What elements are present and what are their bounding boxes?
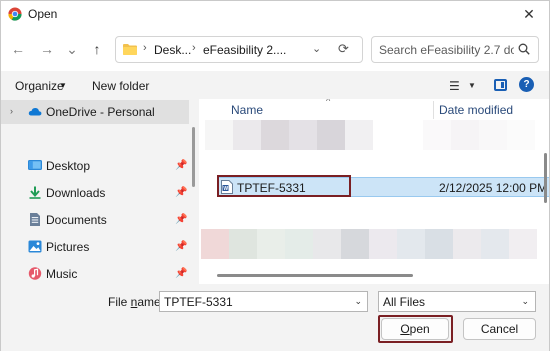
view-options-icon[interactable]: ☰	[449, 79, 460, 93]
file-list-horizontal-scrollbar[interactable]	[217, 274, 413, 277]
up-button[interactable]: ↑	[86, 39, 108, 59]
open-file-dialog: Open ✕ ← → ⌄ ↑ › Desk... › eFeasibility …	[0, 0, 550, 351]
cloud-icon	[28, 107, 42, 116]
navigation-bar: ← → ⌄ ↑ › Desk... › eFeasibility 2.... ⌄…	[1, 27, 549, 71]
download-icon	[29, 186, 41, 199]
dialog-footer: File name: TPTEF-5331 ⌄ All Files ⌄ Open…	[1, 284, 549, 351]
recent-locations-button[interactable]: ⌄	[61, 39, 83, 59]
chevron-down-icon: ⌄	[521, 296, 529, 306]
dialog-title: Open	[28, 7, 58, 21]
sidebar-item-label: Music	[46, 267, 78, 281]
address-bar[interactable]: › Desk... › eFeasibility 2.... ⌄ ⟳	[115, 36, 363, 63]
file-name-label: File name:	[108, 295, 165, 309]
sort-ascending-icon: ^	[326, 99, 331, 106]
chevron-down-icon[interactable]: ▼	[468, 81, 476, 90]
pin-icon: 📌	[175, 160, 188, 171]
organize-menu[interactable]: Organize	[15, 79, 64, 93]
breadcrumb-separator: ›	[143, 42, 147, 54]
file-type-value: All Files	[383, 295, 426, 309]
chrome-icon	[8, 7, 22, 21]
sidebar-item-label: OneDrive - Personal	[46, 105, 155, 119]
navigation-pane: › OneDrive - Personal Desktop 📌 Download…	[1, 99, 196, 284]
back-arrow-icon: ←	[11, 41, 25, 57]
help-icon[interactable]: ?	[519, 77, 534, 92]
pin-icon: 📌	[175, 214, 188, 225]
sidebar-item-music[interactable]: Music 📌	[1, 262, 189, 284]
file-name-value: TPTEF-5331	[164, 295, 233, 309]
command-bar: Organize ▼ New folder ☰ ▼ ?	[1, 71, 549, 99]
breadcrumb-separator: ›	[192, 42, 196, 54]
back-button[interactable]: ←	[7, 39, 29, 59]
sidebar-item-documents[interactable]: Documents 📌	[1, 208, 189, 232]
music-icon	[28, 267, 42, 280]
column-header-row: ^ Name Date modified	[199, 99, 549, 121]
file-list-pane: ^ Name Date modified W TPTEF-5331 2/12/2…	[199, 99, 549, 284]
close-button[interactable]: ✕	[509, 1, 549, 27]
refresh-icon[interactable]: ⟳	[338, 41, 349, 57]
desktop-icon	[28, 160, 42, 170]
sidebar-item-pictures[interactable]: Pictures 📌	[1, 235, 189, 259]
sidebar-item-label: Pictures	[46, 240, 90, 254]
redacted-file-row	[205, 120, 535, 150]
search-box[interactable]: Search eFeasibility 2.7 docu...	[371, 36, 539, 63]
expand-chevron-icon[interactable]: ›	[10, 106, 13, 116]
file-name-input[interactable]: TPTEF-5331 ⌄	[159, 291, 368, 312]
chevron-down-icon[interactable]: ⌄	[354, 296, 362, 307]
address-history-chevron-icon[interactable]: ⌄	[312, 42, 321, 55]
file-list-vertical-scrollbar[interactable]	[544, 153, 547, 203]
sidebar-item-desktop[interactable]: Desktop 📌	[1, 154, 189, 178]
search-input[interactable]: Search eFeasibility 2.7 docu...	[379, 43, 514, 57]
cancel-button[interactable]: Cancel	[463, 318, 536, 340]
breadcrumb-desktop[interactable]: Desk...	[154, 43, 191, 57]
sidebar-scrollbar[interactable]	[192, 127, 195, 187]
new-folder-button[interactable]: New folder	[92, 79, 149, 93]
folder-icon	[123, 44, 137, 55]
title-bar: Open ✕	[1, 1, 549, 27]
close-icon: ✕	[523, 5, 535, 22]
sidebar-item-onedrive[interactable]: › OneDrive - Personal	[1, 100, 189, 124]
pin-icon: 📌	[175, 187, 188, 198]
sidebar-item-label: Downloads	[46, 186, 106, 200]
redacted-file-row	[201, 229, 537, 259]
chevron-down-icon: ▼	[59, 81, 67, 90]
svg-text:W: W	[223, 186, 228, 192]
pin-icon: 📌	[175, 268, 188, 279]
column-divider[interactable]	[433, 101, 434, 119]
open-button[interactable]: Open	[381, 318, 449, 340]
file-date-modified: 2/12/2025 12:00 PM	[439, 181, 548, 195]
sidebar-item-downloads[interactable]: Downloads 📌	[1, 181, 189, 205]
sidebar-item-label: Documents	[46, 213, 107, 227]
column-header-name[interactable]: Name	[231, 103, 263, 117]
sidebar-item-label: Desktop	[46, 159, 91, 173]
word-document-icon: W	[221, 180, 233, 194]
file-type-select[interactable]: All Files ⌄	[378, 291, 536, 312]
preview-pane-icon[interactable]	[494, 79, 507, 91]
documents-icon	[30, 213, 40, 226]
pin-icon: 📌	[175, 241, 188, 252]
file-name[interactable]: TPTEF-5331	[237, 181, 306, 195]
column-header-date-modified[interactable]: Date modified	[439, 103, 513, 117]
up-arrow-icon: ↑	[93, 41, 101, 57]
search-icon	[518, 43, 530, 55]
breadcrumb-efeasibility[interactable]: eFeasibility 2....	[203, 43, 286, 57]
forward-button[interactable]: →	[36, 39, 58, 59]
chevron-down-icon: ⌄	[66, 40, 78, 57]
pictures-icon	[28, 240, 42, 253]
forward-arrow-icon: →	[40, 41, 54, 57]
